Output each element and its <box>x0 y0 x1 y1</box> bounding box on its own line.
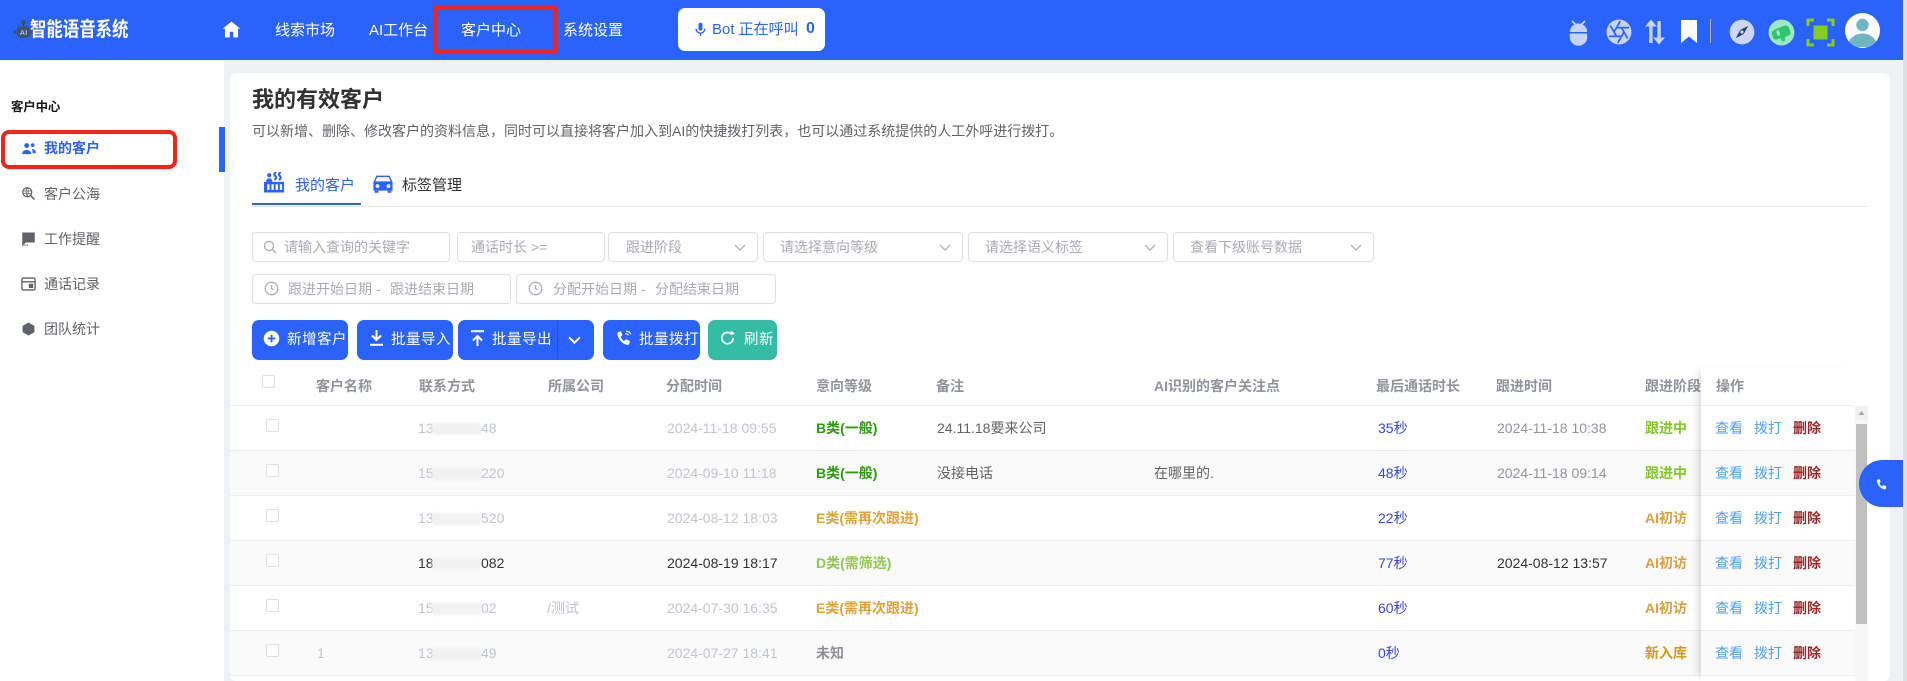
svg-text:AI: AI <box>20 28 28 37</box>
